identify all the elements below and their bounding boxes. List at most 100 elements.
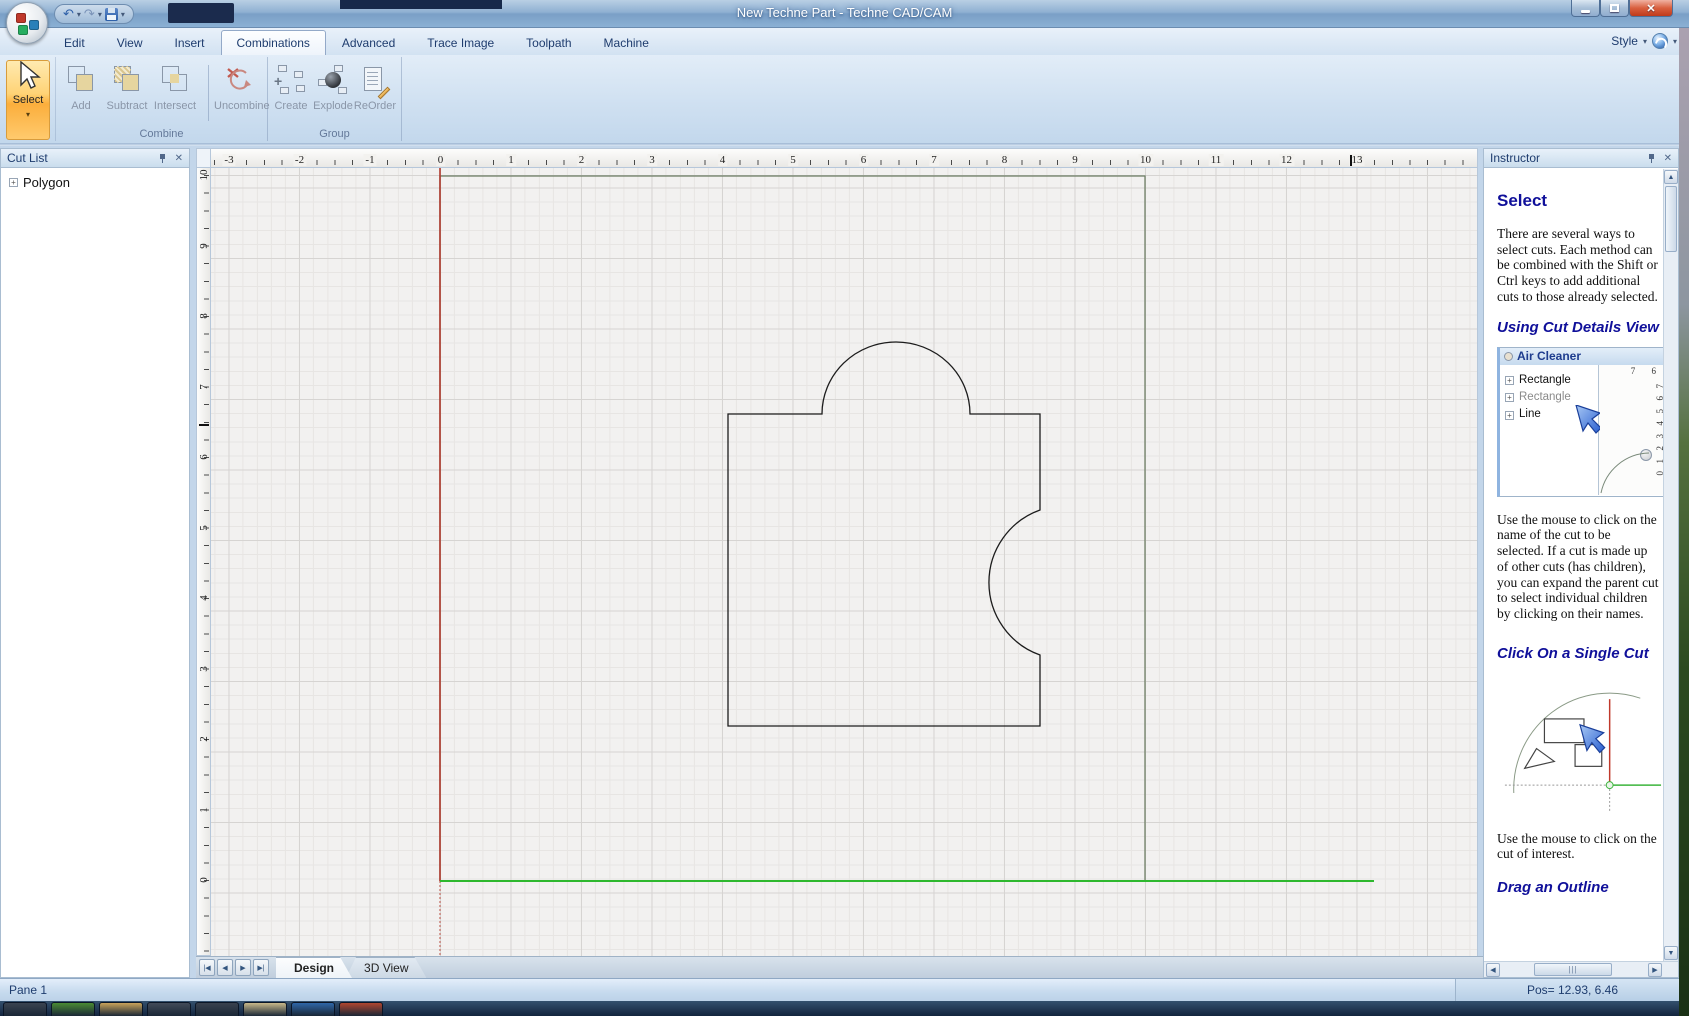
h-ruler-label: 8 xyxy=(1000,154,1010,166)
expand-icon[interactable]: + xyxy=(1505,411,1514,420)
cut-list-item-polygon[interactable]: + Polygon xyxy=(1,168,189,190)
taskbar-icon-app-dark-2[interactable] xyxy=(195,1002,239,1016)
scroll-right-icon[interactable]: ▶ xyxy=(1648,963,1662,977)
position-readout: Pos= 12.93, 6.46 xyxy=(1455,979,1689,1001)
v-ruler-label: 9 xyxy=(198,236,210,256)
create-group-icon: + xyxy=(274,63,308,97)
ribbon-bottom-edge xyxy=(0,143,1689,146)
tab-insert[interactable]: Insert xyxy=(158,30,220,55)
create-group-button[interactable]: + Create xyxy=(268,63,314,112)
instructor-close-icon[interactable]: ✕ xyxy=(1664,153,1672,164)
thumbnail-tree-label: Rectangle xyxy=(1519,391,1571,404)
cut-list-title: Cut List xyxy=(7,151,48,165)
undo-button[interactable]: ↶ xyxy=(63,7,74,21)
view-tab-bar: |◀ ◀ ▶ ▶| Design 3D View xyxy=(196,956,1483,978)
vertical-scroll-thumb[interactable] xyxy=(1665,186,1677,252)
orb-cube-green xyxy=(18,25,28,35)
h-ruler-label: 0 xyxy=(436,154,446,166)
expand-icon[interactable]: + xyxy=(9,178,18,187)
taskbar-icons xyxy=(3,1002,383,1016)
instructor-vertical-scrollbar[interactable]: ▲ ▼ xyxy=(1663,169,1678,961)
taskbar-icon-app-red[interactable] xyxy=(339,1002,383,1016)
save-button[interactable] xyxy=(105,8,118,21)
uncombine-button[interactable]: Uncombine xyxy=(214,63,260,112)
redo-dropdown[interactable]: ▾ xyxy=(98,10,102,19)
design-canvas[interactable] xyxy=(211,168,1478,956)
h-ruler-label: -2 xyxy=(293,154,306,166)
v-ruler-label: 7 xyxy=(198,377,210,397)
undo-dropdown[interactable]: ▾ xyxy=(77,10,81,19)
help-icon[interactable] xyxy=(1652,33,1668,49)
reorder-button[interactable]: ReOrder xyxy=(352,63,398,112)
subtract-button[interactable]: Subtract xyxy=(104,63,150,112)
thumbnail-tree-item[interactable]: + Rectangle xyxy=(1505,370,1598,387)
add-icon xyxy=(64,63,98,97)
ribbon-tab-row: EditViewInsertCombinationsAdvancedTrace … xyxy=(0,28,1689,55)
tab-combinations[interactable]: Combinations xyxy=(221,30,326,55)
v-ruler-label: 10 xyxy=(198,165,210,185)
tab-machine[interactable]: Machine xyxy=(588,30,665,55)
polygon-cut-shape[interactable] xyxy=(728,342,1040,726)
scroll-up-icon[interactable]: ▲ xyxy=(1664,170,1678,184)
nav-prev-button[interactable]: ◀ xyxy=(217,959,233,976)
tab-3d-view[interactable]: 3D View xyxy=(346,957,426,978)
taskbar-icon-start-orb[interactable] xyxy=(3,1002,47,1016)
ribbon-tabs: EditViewInsertCombinationsAdvancedTrace … xyxy=(48,28,665,55)
canvas-drawing xyxy=(211,168,1478,956)
minimize-button[interactable] xyxy=(1571,0,1600,17)
instructor-horizontal-scrollbar[interactable]: ◀ ||| ▶ xyxy=(1484,961,1678,977)
mini-h-ruler: 7 6 xyxy=(1631,366,1663,377)
intersect-button[interactable]: Intersect xyxy=(152,63,198,112)
tab-edit[interactable]: Edit xyxy=(48,30,101,55)
scroll-down-icon[interactable]: ▼ xyxy=(1664,946,1678,960)
scroll-left-icon[interactable]: ◀ xyxy=(1486,963,1500,977)
select-dropdown-icon[interactable]: ▾ xyxy=(7,110,49,119)
desktop-wallpaper-sliver xyxy=(1679,28,1689,1016)
thumbnail-tree-item[interactable]: + Rectangle xyxy=(1505,387,1598,404)
h-ruler-label: 3 xyxy=(647,154,657,166)
application-menu-orb[interactable] xyxy=(6,2,48,44)
style-dropdown[interactable]: ▾ xyxy=(1643,37,1647,46)
ribbon: Select ▾ Add Subtract xyxy=(0,55,1689,145)
tab-design[interactable]: Design xyxy=(276,957,352,978)
nav-next-button[interactable]: ▶ xyxy=(235,959,251,976)
windows-taskbar xyxy=(0,1001,1689,1016)
triangle-cut xyxy=(1525,748,1555,768)
tab-toolpath[interactable]: Toolpath xyxy=(510,30,587,55)
thumbnail-tree-label: Rectangle xyxy=(1519,374,1571,387)
taskbar-icon-app-blue[interactable] xyxy=(291,1002,335,1016)
close-button[interactable]: ✕ xyxy=(1629,0,1673,17)
tab-view[interactable]: View xyxy=(101,30,159,55)
pin-icon[interactable] xyxy=(158,153,168,163)
thumbnail-body: +Rectangle+Rectangle+Line 7 6 76543210 xyxy=(1500,365,1663,495)
nav-last-button[interactable]: ▶| xyxy=(253,959,269,976)
pin-icon[interactable] xyxy=(1647,153,1657,163)
rectangle-cut-large xyxy=(1544,719,1584,743)
instructor-heading-drag: Drag an Outline xyxy=(1497,880,1659,897)
cut-list-close-icon[interactable]: ✕ xyxy=(175,153,183,164)
v-ruler-cursor-mark xyxy=(199,424,209,426)
taskbar-icon-app-green[interactable] xyxy=(51,1002,95,1016)
select-button[interactable]: Select ▾ xyxy=(6,60,50,140)
style-label[interactable]: Style xyxy=(1611,34,1638,48)
maximize-icon xyxy=(1610,4,1619,12)
tab-trace-image[interactable]: Trace Image xyxy=(411,30,510,55)
nav-first-button[interactable]: |◀ xyxy=(199,959,215,976)
h-ruler-label: 2 xyxy=(577,154,587,166)
expand-icon[interactable]: + xyxy=(1505,393,1514,402)
maximize-button[interactable] xyxy=(1600,0,1629,17)
help-dropdown[interactable]: ▾ xyxy=(1673,37,1677,46)
taskbar-icon-folder-light[interactable] xyxy=(243,1002,287,1016)
cursor-position-value: Pos= 12.93, 6.46 xyxy=(1527,983,1618,997)
explode-button[interactable]: Explode xyxy=(310,63,356,112)
minimize-icon xyxy=(1581,10,1590,13)
horizontal-scroll-thumb[interactable]: ||| xyxy=(1534,963,1612,976)
taskbar-icon-folder[interactable] xyxy=(99,1002,143,1016)
expand-icon[interactable]: + xyxy=(1505,376,1514,385)
style-controls: Style ▾ ▾ xyxy=(1611,33,1677,49)
tab-advanced[interactable]: Advanced xyxy=(326,30,411,55)
qat-dropdown[interactable]: ▾ xyxy=(121,10,125,19)
add-button[interactable]: Add xyxy=(58,63,104,112)
taskbar-icon-app-dark-1[interactable] xyxy=(147,1002,191,1016)
redo-button[interactable]: ↷ xyxy=(84,7,95,21)
